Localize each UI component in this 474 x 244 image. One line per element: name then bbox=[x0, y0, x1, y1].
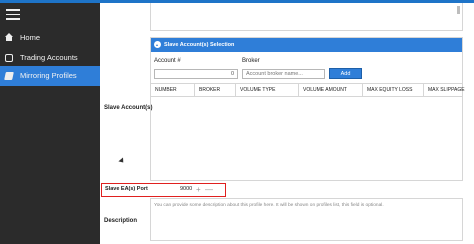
sidebar-item-label: Mirroring Profiles bbox=[20, 71, 77, 80]
panel-title: Slave Account(s) Selection bbox=[164, 42, 235, 48]
mirroring-icon bbox=[4, 72, 14, 80]
description-textarea[interactable]: You can provide some description about t… bbox=[150, 198, 463, 241]
sidebar-item-home[interactable]: Home bbox=[0, 28, 100, 48]
menu-icon[interactable] bbox=[6, 9, 20, 21]
broker-label: Broker bbox=[242, 58, 260, 64]
account-number-label: Account # bbox=[154, 58, 181, 64]
scrollbar-thumb[interactable] bbox=[457, 6, 460, 14]
slave-accounts-panel-header[interactable]: Slave Account(s) Selection bbox=[151, 38, 462, 52]
decrement-button[interactable]: — bbox=[205, 185, 213, 194]
sidebar-item-label: Trading Accounts bbox=[20, 53, 78, 62]
previous-field-box[interactable] bbox=[150, 3, 463, 31]
slave-port-input[interactable]: 9000 bbox=[180, 186, 192, 192]
increment-button[interactable]: + bbox=[196, 185, 201, 194]
column-header-number[interactable]: NUMBER bbox=[151, 84, 194, 96]
sidebar-item-trading-accounts[interactable]: Trading Accounts bbox=[0, 48, 100, 68]
slave-port-label: Slave EA(s) Port bbox=[105, 186, 148, 192]
home-icon bbox=[5, 33, 13, 41]
slave-accounts-label: Slave Account(s) bbox=[104, 105, 153, 111]
account-number-input[interactable] bbox=[154, 69, 238, 79]
column-header-max-equity-loss[interactable]: MAX EQUITY LOSS bbox=[362, 84, 423, 96]
collapse-icon[interactable] bbox=[154, 41, 161, 48]
column-header-volume-amount[interactable]: VOLUME AMOUNT bbox=[298, 84, 362, 96]
broker-input[interactable] bbox=[242, 69, 325, 79]
column-header-max-slippage[interactable]: MAX SLIPPAGE bbox=[423, 84, 465, 96]
accounts-icon bbox=[5, 54, 13, 62]
sidebar-item-label: Home bbox=[20, 33, 41, 42]
slave-port-row: Slave EA(s) Port 9000 + — bbox=[101, 183, 226, 197]
column-header-volume-type[interactable]: VOLUME TYPE bbox=[235, 84, 298, 96]
sidebar: Home Trading Accounts Mirroring Profiles bbox=[0, 3, 100, 244]
add-button[interactable]: Add bbox=[329, 68, 362, 79]
sidebar-item-mirroring-profiles[interactable]: Mirroring Profiles bbox=[0, 66, 100, 86]
slave-accounts-panel: Slave Account(s) Selection Account # Bro… bbox=[150, 37, 465, 181]
description-label: Description bbox=[104, 218, 138, 224]
description-placeholder: You can provide some description about t… bbox=[154, 203, 384, 208]
column-header-broker[interactable]: BROKER bbox=[194, 84, 235, 96]
accounts-table-header: NUMBER BROKER VOLUME TYPE VOLUME AMOUNT … bbox=[151, 83, 465, 97]
